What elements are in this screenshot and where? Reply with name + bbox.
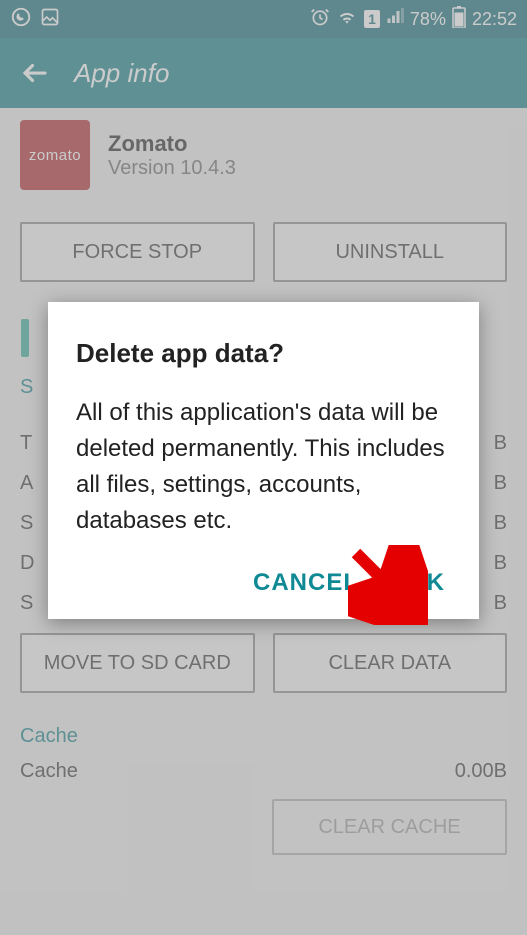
move-to-sd-button[interactable]: MOVE TO SD CARD (20, 633, 255, 693)
green-indicator (21, 319, 29, 357)
signal-icon (386, 8, 404, 31)
bg-row-left: D (20, 552, 34, 575)
clock-time: 22:52 (472, 9, 517, 30)
image-icon (40, 7, 60, 32)
app-icon: zomato (20, 120, 90, 190)
battery-pct: 78% (410, 9, 446, 30)
page-title: App info (74, 58, 169, 89)
cache-row: Cache 0.00B (0, 752, 527, 789)
bg-row-right: B (494, 552, 507, 575)
clear-data-button[interactable]: CLEAR DATA (273, 633, 508, 693)
cache-label: Cache (20, 760, 78, 783)
whatsapp-icon (10, 6, 32, 33)
delete-data-dialog: Delete app data? All of this application… (48, 302, 479, 619)
app-name: Zomato (108, 131, 236, 157)
app-version: Version 10.4.3 (108, 157, 236, 180)
header-bar: App info (0, 38, 527, 108)
cache-value: 0.00B (455, 760, 507, 783)
clear-cache-button[interactable]: CLEAR CACHE (272, 799, 507, 855)
bg-row-left: S (20, 592, 33, 615)
cache-section-header: Cache (0, 713, 527, 752)
status-bar: 1 78% 22:52 (0, 0, 527, 38)
force-stop-button[interactable]: FORCE STOP (20, 222, 255, 282)
uninstall-button[interactable]: UNINSTALL (273, 222, 508, 282)
bg-row-right: B (494, 512, 507, 535)
bg-row-right: B (494, 472, 507, 495)
bg-row-left: T (20, 432, 32, 455)
bg-row-right: B (494, 592, 507, 615)
dialog-body: All of this application's data will be d… (76, 395, 451, 539)
wifi-icon (336, 7, 358, 32)
bg-row-left: A (20, 472, 33, 495)
cancel-button[interactable]: CANCEL (253, 569, 359, 597)
battery-icon (452, 6, 466, 33)
alarm-icon (310, 7, 330, 32)
bg-row-left: S (20, 512, 33, 535)
back-arrow-icon[interactable] (20, 58, 50, 88)
sim-icon: 1 (364, 10, 380, 28)
dialog-title: Delete app data? (76, 338, 451, 369)
bg-row-right: B (494, 432, 507, 455)
app-info-row: zomato Zomato Version 10.4.3 (0, 108, 527, 202)
ok-button[interactable]: OK (407, 569, 445, 597)
